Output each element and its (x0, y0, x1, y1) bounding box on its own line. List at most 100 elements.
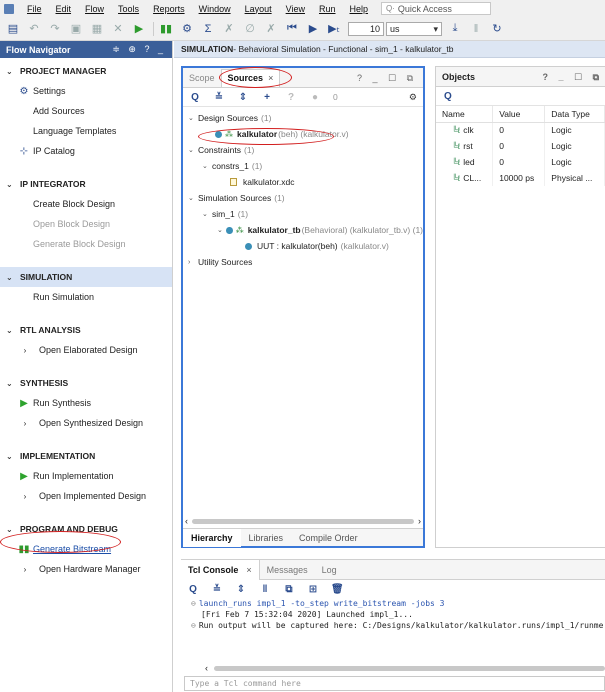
nav-open-hardware-manager[interactable]: › Open Hardware Manager (0, 559, 172, 579)
run-for-icon[interactable]: ▶ₜ (327, 22, 341, 36)
tree-design-sources[interactable]: ⌄ Design Sources (1) (183, 110, 423, 126)
sources-horizontal-scrollbar[interactable]: ‹ › (185, 516, 421, 526)
section-rtl-analysis[interactable]: ⌄ RTL ANALYSIS (0, 320, 172, 340)
nav-run-implementation[interactable]: ▶ Run Implementation (0, 466, 172, 486)
expand-all-icon[interactable]: ⇕ (237, 92, 249, 103)
time-unit-select[interactable]: us (386, 21, 442, 36)
menu-run[interactable]: Run (319, 4, 336, 14)
column-value[interactable]: Value (492, 106, 546, 123)
section-project-manager[interactable]: ⌄ PROJECT MANAGER (0, 61, 172, 81)
collapse-marker-icon[interactable]: ⊖ (191, 599, 196, 608)
menu-flow[interactable]: Flow (85, 4, 104, 14)
pause-icon[interactable]: ‖ (259, 584, 271, 595)
table-row[interactable]: ╚ℓ rst 0 Logic (436, 138, 605, 154)
nav-run-simulation[interactable]: Run Simulation (0, 287, 172, 307)
flow-navigator-controls[interactable]: ≑ ⊕ ? _ (112, 44, 166, 55)
nav-language-templates[interactable]: Language Templates (0, 121, 172, 141)
gear-icon[interactable]: ⚙ (409, 92, 417, 103)
menu-edit[interactable]: Edit (56, 4, 72, 14)
trash-icon[interactable]: 🗑 (331, 584, 344, 595)
tree-simulation-sources[interactable]: ⌄ Simulation Sources (1) (183, 190, 423, 206)
tree-xdc-file[interactable]: kalkulator.xdc (183, 174, 423, 190)
section-ip-integrator[interactable]: ⌄ IP INTEGRATOR (0, 174, 172, 194)
help-icon[interactable]: ? (285, 92, 297, 103)
open-project-icon[interactable]: ▤ (6, 22, 20, 36)
collapse-all-icon[interactable]: ≚ (213, 92, 225, 103)
table-row[interactable]: ╚ℓ CL... 10000 ps Physical ... (436, 170, 605, 186)
collapse-all-icon[interactable]: ≚ (211, 584, 223, 595)
table-view-icon[interactable]: ⊞ (307, 584, 319, 595)
tree-sim-1[interactable]: ⌄ sim_1 (1) (183, 206, 423, 222)
nav-ip-catalog[interactable]: ⊹ IP Catalog (0, 141, 172, 161)
nav-add-sources[interactable]: Add Sources (0, 101, 172, 121)
table-row[interactable]: ╚ℓ led 0 Logic (436, 154, 605, 170)
tab-scope[interactable]: Scope (183, 73, 221, 87)
undo-icon[interactable]: ↶ (27, 22, 41, 36)
break-icon[interactable]: ‖ (469, 22, 483, 36)
menu-help[interactable]: Help (350, 4, 369, 14)
scroll-right-icon[interactable]: › (418, 516, 421, 526)
close-icon[interactable]: × (268, 73, 273, 83)
tab-tcl-console[interactable]: Tcl Console × (181, 559, 260, 580)
menu-view[interactable]: View (286, 4, 305, 14)
menu-file[interactable]: File (27, 4, 42, 14)
tab-libraries[interactable]: Libraries (241, 529, 292, 547)
tcl-command-input[interactable]: Type a Tcl command here (184, 676, 605, 691)
collapse-marker-icon[interactable]: ⊖ (191, 621, 196, 630)
tree-uut[interactable]: UUT : kalkulator(beh) (kalkulator.v) (183, 238, 423, 254)
column-name[interactable]: Name (436, 106, 494, 123)
menu-layout[interactable]: Layout (245, 4, 272, 14)
console-horizontal-scrollbar[interactable]: ‹ (205, 663, 605, 673)
clear-icon[interactable]: ✗ (264, 22, 278, 36)
nav-create-block-design[interactable]: Create Block Design (0, 194, 172, 214)
nav-run-synthesis[interactable]: ▶ Run Synthesis (0, 393, 172, 413)
delete-icon[interactable]: ✕ (111, 22, 125, 36)
tab-hierarchy[interactable]: Hierarchy (183, 528, 241, 547)
sum-icon[interactable]: Σ (201, 22, 215, 36)
tab-messages[interactable]: Messages (260, 560, 315, 580)
scroll-thumb[interactable] (192, 518, 414, 524)
nav-settings[interactable]: ⚙ Settings (0, 81, 172, 101)
step-icon[interactable]: ⤓ (448, 22, 462, 36)
relaunch-icon[interactable]: ↻ (490, 22, 504, 36)
nav-open-synthesized-design[interactable]: › Open Synthesized Design (0, 413, 172, 433)
nav-open-implemented-design[interactable]: › Open Implemented Design (0, 486, 172, 506)
cross-probe-icon[interactable]: ✗ (222, 22, 236, 36)
tab-sources[interactable]: Sources × (220, 69, 281, 87)
panel-controls[interactable]: ? _ ☐ ⧉ (357, 73, 417, 84)
copy-icon[interactable]: ▣ (69, 22, 83, 36)
tree-utility-sources[interactable]: › Utility Sources (183, 254, 423, 270)
section-synthesis[interactable]: ⌄ SYNTHESIS (0, 373, 172, 393)
settings-icon[interactable]: ⚙ (180, 22, 194, 36)
search-icon[interactable]: Q (187, 584, 199, 595)
scroll-left-icon[interactable]: ‹ (205, 663, 208, 673)
paste-icon[interactable]: ▦ (90, 22, 104, 36)
add-icon[interactable]: + (261, 92, 273, 103)
tab-compile-order[interactable]: Compile Order (291, 529, 366, 547)
program-device-icon[interactable]: ▮▮ (159, 22, 173, 36)
section-program-and-debug[interactable]: ⌄ PROGRAM AND DEBUG (0, 519, 172, 539)
section-simulation[interactable]: ⌄ SIMULATION (0, 267, 172, 287)
quick-access-search[interactable]: Q· Quick Access (381, 2, 492, 15)
nav-generate-bitstream[interactable]: ▮▮ Generate Bitstream (0, 539, 172, 559)
section-implementation[interactable]: ⌄ IMPLEMENTATION (0, 446, 172, 466)
tree-constraints[interactable]: ⌄ Constraints (1) (183, 142, 423, 158)
search-icon[interactable]: Q (189, 92, 201, 103)
redo-icon[interactable]: ↷ (48, 22, 62, 36)
nav-open-elaborated-design[interactable]: › Open Elaborated Design (0, 340, 172, 360)
tree-kalkulator-tb[interactable]: ⌄ ⁂ kalkulator_tb (Behavioral) (kalkulat… (183, 222, 423, 238)
panel-controls[interactable]: ? _ ☐ ⧉ (543, 72, 604, 83)
tree-kalkulator[interactable]: ⁂ kalkulator (beh) (kalkulator.v) (183, 126, 423, 142)
column-data-type[interactable]: Data Type (544, 106, 605, 123)
tab-log[interactable]: Log (315, 560, 344, 580)
tree-constrs-1[interactable]: ⌄ constrs_1 (1) (183, 158, 423, 174)
copy-icon[interactable]: ⧉ (283, 584, 295, 595)
scroll-thumb[interactable] (214, 665, 605, 671)
run-icon[interactable]: ▶ (132, 22, 146, 36)
edit-icon[interactable]: ∅ (243, 22, 257, 36)
restart-icon[interactable]: ⏮ (285, 22, 299, 36)
run-all-icon[interactable]: ▶ (306, 22, 320, 36)
close-icon[interactable]: × (246, 565, 251, 575)
menu-tools[interactable]: Tools (118, 4, 139, 14)
scroll-left-icon[interactable]: ‹ (185, 516, 188, 526)
